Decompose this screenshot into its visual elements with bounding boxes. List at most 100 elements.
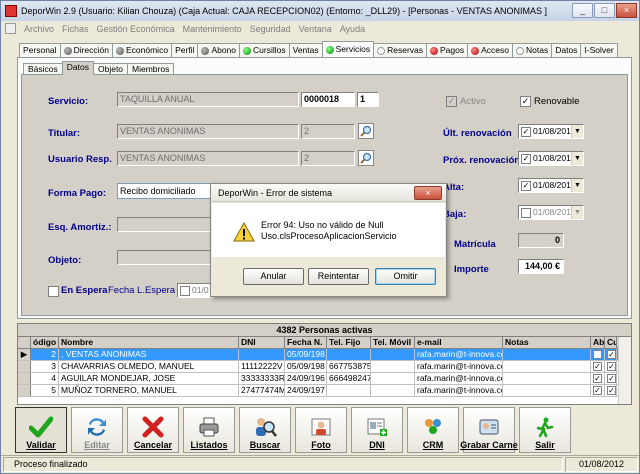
menu-mantenimiento[interactable]: Mantenimiento <box>183 24 242 34</box>
table-row[interactable]: 5 MUÑOZ TORNERO, MANUEL 27477474M 24/09/… <box>18 385 631 397</box>
usuario-resp-field[interactable]: VENTAS ANONIMAS <box>117 151 299 166</box>
col-abo[interactable]: Abo <box>591 337 605 348</box>
col-nombre[interactable]: Nombre <box>59 337 239 348</box>
tab-pagos[interactable]: Pagos <box>426 43 469 57</box>
importe-field[interactable]: 144,00 € <box>518 259 564 274</box>
maximize-button[interactable]: □ <box>594 3 615 18</box>
status-date: 01/08/2012 <box>565 457 638 472</box>
dialog-close-button[interactable]: × <box>414 186 442 200</box>
servicio-num-field[interactable]: 1 <box>357 92 379 107</box>
cu-checkbox[interactable]: ✓ <box>607 374 616 384</box>
validar-button[interactable]: Validar <box>15 407 67 453</box>
close-button[interactable]: × <box>616 3 637 18</box>
usuario-search-icon[interactable] <box>358 150 374 166</box>
col-dni[interactable]: DNI <box>239 337 285 348</box>
ult-renovacion-date[interactable]: ✓ 01/08/201 ▼ <box>518 124 584 139</box>
date-enable-checkbox[interactable]: ✓ <box>521 180 531 191</box>
fecha-espera-date[interactable]: 01/0 <box>177 283 213 298</box>
activo-checkbox[interactable]: ✓ <box>446 96 457 107</box>
prox-renovacion-date[interactable]: ✓ 01/08/201 ▼ <box>518 151 584 166</box>
search-people-icon <box>252 416 278 438</box>
subtab-datos[interactable]: Datos <box>61 61 94 75</box>
crm-button[interactable]: CRM <box>407 407 459 453</box>
tab-servicios[interactable]: Servicios <box>321 41 375 57</box>
menu-ayuda[interactable]: Ayuda <box>340 24 365 34</box>
menu-archivo[interactable]: Archivo <box>24 24 54 34</box>
date-enable-checkbox[interactable] <box>521 207 531 218</box>
objeto-field[interactable] <box>117 250 213 265</box>
tab-direccion[interactable]: Dirección <box>59 43 113 57</box>
renovable-checkbox[interactable]: ✓ <box>520 96 531 107</box>
edit-arrows-icon <box>84 416 110 438</box>
abo-checkbox[interactable]: ✓ <box>593 374 602 384</box>
esq-amortiz-field[interactable] <box>117 217 213 232</box>
date-enable-checkbox[interactable] <box>180 285 190 296</box>
reintentar-button[interactable]: Reintentar <box>308 268 369 285</box>
cu-checkbox[interactable]: ✓ <box>607 386 616 396</box>
cancelar-button[interactable]: Cancelar <box>127 407 179 453</box>
chevron-down-icon[interactable]: ▼ <box>571 179 583 192</box>
table-row[interactable]: ▶ 2 , VENTAS ANONIMAS 05/09/198 rafa.mar… <box>18 349 631 361</box>
tab-abono[interactable]: Abono <box>197 43 241 57</box>
chevron-down-icon[interactable]: ▼ <box>571 125 583 138</box>
listados-button[interactable]: Listados <box>183 407 235 453</box>
en-espera-checkbox[interactable] <box>48 286 59 297</box>
date-enable-checkbox[interactable]: ✓ <box>521 153 531 164</box>
cell-fecha: 05/09/198 <box>285 361 327 372</box>
menu-ventana[interactable]: Ventana <box>299 24 332 34</box>
tab-perfil[interactable]: Perfil <box>171 43 199 57</box>
tab-notas[interactable]: Notas <box>512 43 553 57</box>
date-enable-checkbox[interactable]: ✓ <box>521 126 531 137</box>
anular-button[interactable]: Anular <box>243 268 304 285</box>
menu-seguridad[interactable]: Seguridad <box>250 24 291 34</box>
abo-checkbox[interactable]: ✓ <box>593 386 602 396</box>
col-cu[interactable]: Cu <box>605 337 617 348</box>
col-tel-movil[interactable]: Tel. Móvil <box>371 337 415 348</box>
baja-date[interactable]: 01/08/201 ▼ <box>518 205 584 220</box>
chevron-down-icon[interactable]: ▼ <box>571 206 583 219</box>
col-fecha[interactable]: Fecha N. <box>285 337 327 348</box>
chevron-down-icon[interactable]: ▼ <box>571 152 583 165</box>
tab-isolver[interactable]: I-Solver <box>580 43 618 57</box>
tab-ventas[interactable]: Ventas <box>288 43 323 57</box>
minimize-button[interactable]: _ <box>572 3 593 18</box>
table-row[interactable]: 3 CHAVARRIAS OLMEDO, MANUEL 11112222V 05… <box>18 361 631 373</box>
col-tel-fijo[interactable]: Tel. Fijo <box>327 337 371 348</box>
cu-checkbox[interactable]: ✓ <box>607 362 616 372</box>
tab-personal[interactable]: Personal <box>19 43 61 57</box>
tab-cursillos[interactable]: Cursillos <box>239 43 290 57</box>
salir-button[interactable]: Salir <box>519 407 571 453</box>
editar-button[interactable]: Editar <box>71 407 123 453</box>
tab-economico[interactable]: Económico <box>112 43 173 57</box>
titular-num-field[interactable]: 2 <box>301 124 355 139</box>
cu-checkbox[interactable]: ✓ <box>607 350 616 360</box>
tab-datos[interactable]: Datos <box>551 43 582 57</box>
foto-button[interactable]: Foto <box>295 407 347 453</box>
grabar-carne-button[interactable]: Grabar Carne <box>460 407 518 453</box>
forma-pago-select[interactable]: Recibo domiciliado <box>117 183 213 199</box>
titular-field[interactable]: VENTAS ANONIMAS <box>117 124 299 139</box>
table-scrollbar[interactable] <box>618 337 631 404</box>
col-codigo[interactable]: ódigo <box>31 337 59 348</box>
tab-acceso[interactable]: Acceso <box>467 43 513 57</box>
col-notas[interactable]: Notas <box>503 337 591 348</box>
cell-codigo: 5 <box>31 385 59 396</box>
dni-button[interactable]: DNI <box>351 407 403 453</box>
cell-abo: ✓ <box>591 385 605 396</box>
matricula-field[interactable]: 0 <box>518 233 564 248</box>
titular-search-icon[interactable] <box>358 123 374 139</box>
table-row[interactable]: 4 AGUILAR MONDEJAR, JOSE 33333333R 24/09… <box>18 373 631 385</box>
abo-checkbox[interactable]: ✓ <box>593 362 602 372</box>
abo-checkbox[interactable] <box>593 350 602 360</box>
col-email[interactable]: e-mail <box>415 337 503 348</box>
usuario-resp-num-field[interactable]: 2 <box>301 151 355 166</box>
date-value: 01/08/201 <box>533 153 571 163</box>
buscar-button[interactable]: Buscar <box>239 407 291 453</box>
tab-reservas[interactable]: Reservas <box>373 43 428 57</box>
alta-date[interactable]: ✓ 01/08/201 ▼ <box>518 178 584 193</box>
menu-fichas[interactable]: Fichas <box>62 24 89 34</box>
servicio-field[interactable]: TAQUILLA ANUAL <box>117 92 299 107</box>
menu-gestion-economica[interactable]: Gestión Económica <box>97 24 175 34</box>
servicio-code-field[interactable]: 0000018 <box>301 92 355 107</box>
omitir-button[interactable]: Omitir <box>375 268 436 285</box>
